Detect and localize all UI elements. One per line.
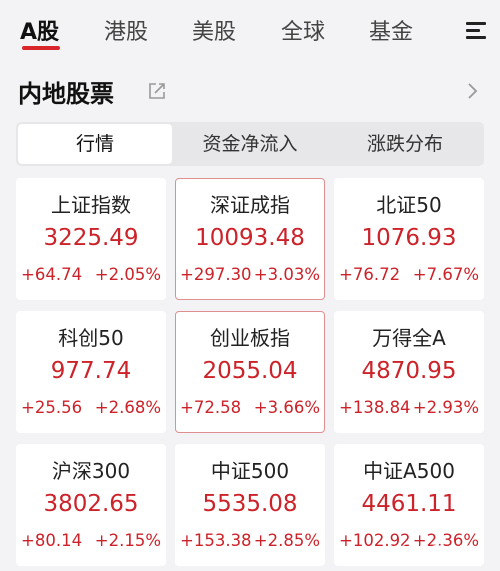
index-change: +80.14: [21, 531, 83, 550]
index-change-percent: +2.05%: [94, 265, 161, 284]
index-card[interactable]: 科创50 977.74 +25.56 +2.68%: [16, 311, 166, 433]
index-price: 5535.08: [202, 491, 298, 517]
index-price: 3225.49: [43, 225, 139, 251]
index-name: 深证成指: [210, 193, 290, 217]
index-card[interactable]: 万得全A 4870.95 +138.84 +2.93%: [334, 311, 484, 433]
index-change: +138.84: [339, 398, 411, 417]
index-name: 中证A500: [363, 459, 455, 483]
index-price: 2055.04: [202, 358, 298, 384]
index-name: 中证500: [210, 459, 290, 483]
index-change-percent: +2.93%: [412, 398, 479, 417]
index-card[interactable]: 深证成指 10093.48 +297.30 +3.03%: [175, 178, 325, 300]
index-name: 北证50: [376, 193, 442, 217]
segment-net-inflow[interactable]: 资金净流入: [173, 124, 327, 164]
market-tabs: A股 港股 美股 全球 基金: [0, 0, 500, 62]
index-change: +153.38: [180, 531, 252, 550]
share-icon[interactable]: [146, 80, 168, 102]
active-tab-indicator: [22, 46, 60, 50]
index-price: 1076.93: [361, 225, 457, 251]
index-change-percent: +7.67%: [412, 265, 479, 284]
index-price: 3802.65: [43, 491, 139, 517]
index-name: 科创50: [58, 326, 124, 350]
index-price: 4870.95: [361, 358, 457, 384]
segment-distribution[interactable]: 涨跌分布: [328, 124, 482, 164]
watermark: @鼠嘻仔: [418, 545, 471, 560]
index-change: +297.30: [180, 265, 252, 284]
index-price: 10093.48: [195, 225, 305, 251]
view-segmented-control: 行情 资金净流入 涨跌分布: [16, 122, 484, 166]
tab-funds[interactable]: 基金: [369, 14, 413, 46]
index-price: 977.74: [50, 358, 132, 384]
index-card[interactable]: 上证指数 3225.49 +64.74 +2.05%: [16, 178, 166, 300]
index-change-percent: +3.03%: [253, 265, 320, 284]
index-card[interactable]: 沪深300 3802.65 +80.14 +2.15%: [16, 444, 166, 566]
index-card[interactable]: 中证500 5535.08 +153.38 +2.85%: [175, 444, 325, 566]
index-change-percent: +2.85%: [253, 531, 320, 550]
tab-us-shares[interactable]: 美股: [192, 14, 236, 46]
index-change-percent: +3.66%: [253, 398, 320, 417]
index-name: 上证指数: [51, 193, 131, 217]
section-title: 内地股票: [18, 80, 114, 108]
index-change: +64.74: [21, 265, 83, 284]
index-card[interactable]: 北证50 1076.93 +76.72 +7.67%: [334, 178, 484, 300]
tab-a-shares[interactable]: A股: [20, 14, 59, 46]
index-name: 沪深300: [51, 459, 131, 483]
menu-icon[interactable]: [466, 22, 486, 40]
index-change: +25.56: [21, 398, 83, 417]
index-change: +72.58: [180, 398, 242, 417]
index-name: 创业板指: [210, 326, 290, 350]
index-name: 万得全A: [372, 326, 446, 350]
index-change: +76.72: [339, 265, 401, 284]
segment-quotes[interactable]: 行情: [18, 124, 172, 164]
index-card[interactable]: 创业板指 2055.04 +72.58 +3.66%: [175, 311, 325, 433]
index-change-percent: +2.15%: [94, 531, 161, 550]
tab-global[interactable]: 全球: [281, 14, 325, 46]
index-price: 4461.11: [361, 491, 457, 517]
index-change-percent: +2.68%: [94, 398, 161, 417]
chevron-right-icon[interactable]: [464, 80, 480, 102]
watermark-logo-icon: [400, 542, 416, 558]
tab-hk-shares[interactable]: 港股: [104, 14, 148, 46]
